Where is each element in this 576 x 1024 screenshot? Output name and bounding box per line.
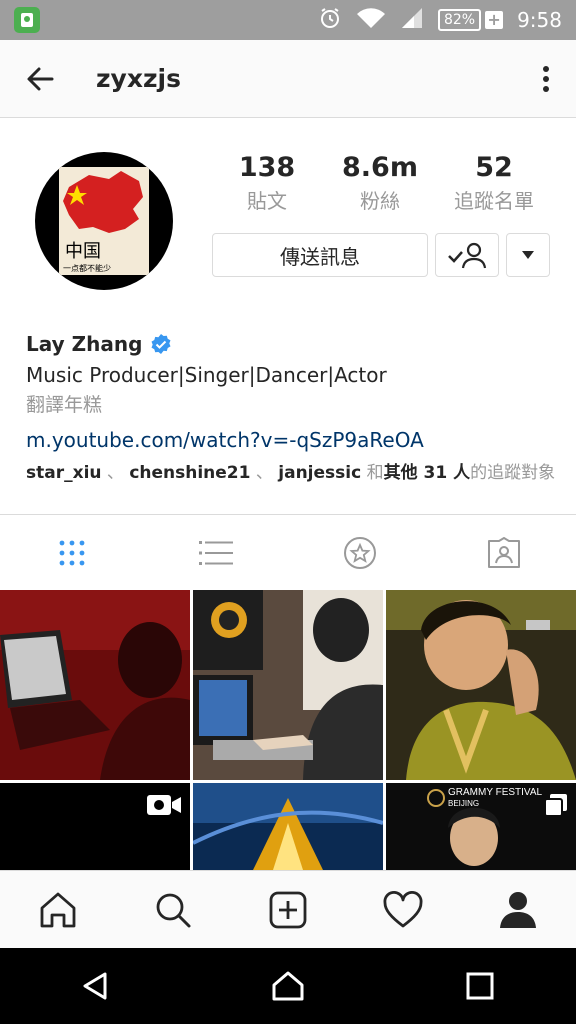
following-status-button[interactable]	[435, 233, 499, 277]
clock: 9:58	[517, 8, 562, 32]
user-check-icon	[448, 242, 487, 269]
heart-icon	[383, 890, 423, 927]
verified-badge-icon	[151, 334, 171, 354]
system-navigation-bar	[0, 948, 576, 1024]
house-outline-icon	[272, 971, 304, 1001]
battery-indicator: 82% +	[437, 9, 504, 31]
post-thumbnail[interactable]	[0, 783, 190, 870]
separator: 、	[255, 463, 273, 483]
nav-profile[interactable]	[461, 871, 576, 948]
followed-by-suffix: 的追蹤對象	[470, 463, 556, 483]
grid-icon	[59, 540, 85, 565]
followers-count[interactable]: 8.6m 粉絲	[325, 150, 435, 216]
star-circle-icon	[344, 536, 376, 569]
bio-text: Music Producer|Singer|Dancer|Actor	[26, 363, 387, 387]
profile-view-tabs	[0, 514, 576, 590]
followed-by-user-2[interactable]: chenshine21	[129, 463, 250, 483]
app-notification-icon	[14, 7, 40, 33]
grammy-festival-city: BEIJING	[448, 799, 480, 808]
profile-stats: 138 貼文 8.6m 粉絲 52 追蹤名單	[210, 150, 570, 220]
followed-by[interactable]: star_xiu 、 chenshine21 、 janjessic 和其他 3…	[26, 456, 566, 490]
following-count[interactable]: 52 追蹤名單	[439, 150, 549, 216]
wifi-icon	[356, 6, 386, 35]
square-recents-icon	[466, 972, 494, 1000]
battery-level: 82%	[437, 9, 482, 31]
profile-avatar[interactable]: 中国 一点都不能少	[35, 152, 173, 290]
avatar-subcaption: 一点都不能少	[63, 264, 111, 273]
nav-search[interactable]	[115, 871, 230, 948]
triangle-back-icon	[83, 972, 107, 1000]
multiple-posts-icon	[544, 793, 568, 821]
posts-grid: GRAMMY FESTIVAL BEIJING	[0, 590, 576, 870]
separator: 、	[106, 463, 124, 483]
post-thumbnail[interactable]	[386, 590, 576, 780]
posts-count[interactable]: 138 貼文	[212, 150, 322, 216]
followed-by-user-3[interactable]: janjessic	[278, 463, 361, 483]
and-text: 和	[366, 463, 384, 483]
name-row: Lay Zhang	[26, 328, 566, 360]
followed-by-user-1[interactable]: star_xiu	[26, 463, 102, 483]
post-thumbnail[interactable]	[192, 783, 384, 870]
options-menu-button[interactable]	[516, 40, 576, 118]
profile-bio: Lay Zhang Music Producer|Singer|Dancer|A…	[26, 328, 566, 490]
followers-count-label: 粉絲	[360, 189, 400, 213]
nav-home[interactable]	[0, 871, 115, 948]
avatar-image: 中国 一点都不能少	[59, 167, 149, 275]
back-button[interactable]	[0, 40, 80, 118]
tab-igtv[interactable]	[288, 515, 432, 590]
translate-link[interactable]: 翻譯年糕	[26, 390, 566, 420]
following-count-label: 追蹤名單	[454, 189, 534, 213]
tab-grid[interactable]	[0, 515, 144, 590]
profile-name: Lay Zhang	[26, 332, 143, 356]
followed-by-others[interactable]: 其他 31 人	[384, 463, 471, 483]
avatar-caption: 中国	[65, 241, 101, 262]
dropdown-triangle-icon	[522, 251, 534, 259]
list-icon	[199, 540, 233, 565]
charging-icon: +	[485, 11, 504, 29]
tagged-icon	[488, 536, 520, 568]
alarm-icon	[318, 6, 342, 35]
followers-count-value: 8.6m	[342, 152, 418, 183]
signal-icon	[400, 6, 424, 35]
app-header: zyxzjs	[0, 40, 576, 118]
system-recents-button[interactable]	[384, 948, 576, 1024]
more-vertical-icon	[543, 65, 549, 92]
following-count-value: 52	[475, 152, 513, 183]
post-thumbnail[interactable]: GRAMMY FESTIVAL BEIJING	[386, 783, 576, 870]
posts-count-value: 138	[238, 152, 296, 183]
post-thumbnail[interactable]	[193, 590, 383, 780]
suggested-accounts-button[interactable]	[506, 233, 550, 277]
nav-activity[interactable]	[346, 871, 461, 948]
bottom-navigation	[0, 870, 576, 948]
grammy-festival-caption: GRAMMY FESTIVAL	[448, 787, 543, 798]
profile-icon	[500, 891, 537, 928]
status-bar: 82% + 9:58	[0, 0, 576, 40]
posts-count-label: 貼文	[247, 189, 287, 213]
video-icon	[146, 793, 182, 821]
send-message-button[interactable]: 傳送訊息	[212, 233, 428, 277]
system-home-button[interactable]	[192, 948, 384, 1024]
post-thumbnail[interactable]	[0, 590, 190, 780]
page-title: zyxzjs	[96, 64, 181, 93]
search-icon	[156, 893, 191, 927]
website-link[interactable]: m.youtube.com/watch?v=-qSzP9aReOA	[26, 424, 566, 456]
tab-list[interactable]	[144, 515, 288, 590]
tab-tagged[interactable]	[432, 515, 576, 590]
nav-new-post[interactable]	[230, 871, 345, 948]
system-back-button[interactable]	[0, 948, 192, 1024]
add-post-icon	[269, 891, 307, 928]
back-arrow-icon	[27, 67, 54, 90]
home-icon	[40, 892, 75, 927]
